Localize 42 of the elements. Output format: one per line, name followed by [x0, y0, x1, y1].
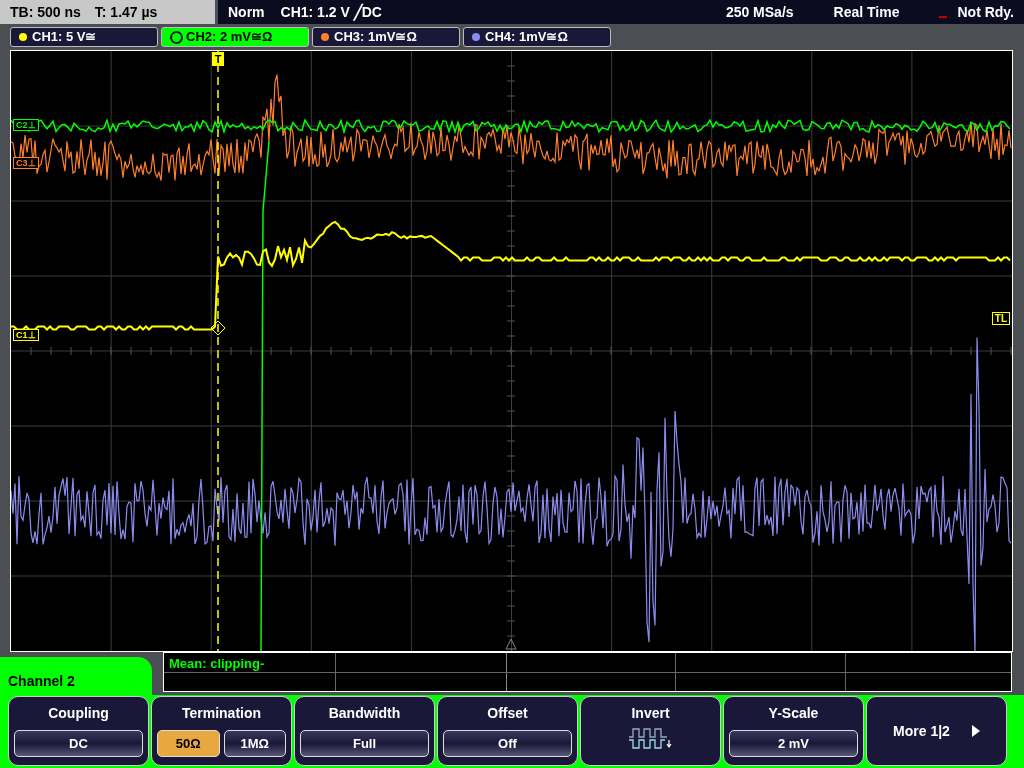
- channel-tab[interactable]: CH3: 1mV≅Ω: [312, 27, 460, 47]
- measurement-readout: Mean: clipping-: [169, 655, 265, 673]
- softkey-label: Termination: [181, 704, 262, 723]
- acquisition-state: Not Rdy.: [957, 2, 1014, 22]
- invert-icon: [628, 728, 673, 750]
- channel-tab[interactable]: CH1: 5 V≅: [10, 27, 158, 47]
- trigger-marker: T: [212, 52, 224, 66]
- softkey-label: Y-Scale: [768, 704, 819, 723]
- softkey[interactable]: Invert: [580, 696, 721, 766]
- trigger-time-readout: T: 1.47 µs: [94, 2, 158, 22]
- channel-ground-marker: C3⊥: [13, 157, 39, 169]
- softkey[interactable]: Offset Off: [437, 696, 578, 766]
- center-marker-icon: [505, 638, 517, 650]
- trigger-settings: CH1: 1.2 V ╱DC: [280, 2, 382, 23]
- status-indicator-icon: [939, 16, 948, 18]
- channel-ground-marker: C2⊥: [13, 119, 39, 131]
- softkey[interactable]: Bandwidth Full: [294, 696, 435, 766]
- channel-tab[interactable]: CH2: 2 mV≅Ω: [161, 27, 309, 47]
- softkey-label: Bandwidth: [328, 704, 401, 723]
- timebase-readout: TB: 500 ns: [10, 2, 81, 22]
- softkey-value-button[interactable]: Full: [300, 730, 429, 757]
- trigger-mode: Norm: [228, 2, 265, 22]
- next-page-icon: [971, 725, 980, 737]
- softkey-label: Offset: [487, 704, 528, 723]
- sample-rate: 250 MSa/s: [725, 2, 794, 22]
- trigger-point-icon: [210, 320, 226, 336]
- softkey[interactable]: More 1|2: [866, 696, 1007, 766]
- softkey-value-button[interactable]: Off: [443, 730, 572, 757]
- softkey-value-button[interactable]: 2 mV: [729, 730, 858, 757]
- trigger-level-marker: TL: [991, 312, 1010, 325]
- softkey-value-button[interactable]: DC: [14, 730, 143, 757]
- softkey[interactable]: Termination 50Ω 1MΩ: [151, 696, 292, 766]
- softkey[interactable]: Y-Scale 2 mV: [723, 696, 864, 766]
- softkey-label: Coupling: [48, 704, 109, 723]
- acquisition-mode: Real Time: [833, 2, 900, 22]
- option-button[interactable]: 1MΩ: [223, 730, 286, 757]
- softkey[interactable]: Coupling DC: [8, 696, 149, 766]
- option-button[interactable]: 50Ω: [157, 730, 220, 757]
- channel-ground-marker: C1⊥: [13, 329, 39, 341]
- softkey-label: Invert: [631, 704, 670, 723]
- softkey-label: More 1|2: [893, 721, 950, 741]
- channel-tab[interactable]: CH4: 1mV≅Ω: [463, 27, 611, 47]
